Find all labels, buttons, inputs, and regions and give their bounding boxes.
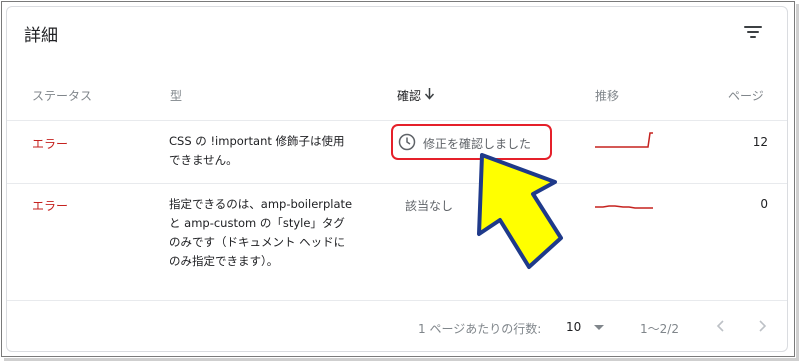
- card-title: 詳細: [24, 26, 58, 46]
- frame-shadow-bottom: [4, 358, 799, 361]
- chevron-right-icon[interactable]: [752, 316, 772, 336]
- status-badge: エラー: [32, 137, 69, 151]
- chevron-left-icon[interactable]: [711, 316, 731, 336]
- column-header-status[interactable]: ステータス: [32, 87, 92, 104]
- chevron-down-icon[interactable]: [594, 325, 604, 330]
- page-count: 0: [760, 197, 768, 211]
- page-count: 12: [752, 135, 768, 149]
- pagination-range: 1〜2/2: [640, 322, 679, 336]
- rows-per-page-label: 1 ページあたりの行数:: [418, 322, 542, 336]
- column-header-validation[interactable]: 確認: [397, 87, 421, 104]
- clock-icon: [398, 133, 416, 151]
- issue-type: 指定できるのは、amp-boilerplate と amp-custom の「s…: [169, 197, 353, 268]
- frame-shadow-right: [796, 4, 799, 360]
- trend-sparkline: [595, 205, 653, 209]
- callout-arrow-icon: [477, 153, 563, 269]
- validation-status: 該当なし: [405, 199, 454, 213]
- issue-type: CSS の !important 修飾子は使用できません。: [169, 134, 345, 167]
- arrow-down-icon[interactable]: [424, 87, 435, 100]
- row-divider: [7, 183, 787, 184]
- column-header-trend[interactable]: 推移: [595, 87, 619, 104]
- rows-per-page-select[interactable]: 10: [566, 320, 581, 334]
- header-divider: [7, 120, 787, 121]
- filter-list-icon[interactable]: [744, 24, 764, 40]
- footer-divider: [7, 300, 787, 301]
- column-header-pages[interactable]: ページ: [728, 87, 764, 104]
- status-badge: エラー: [32, 199, 69, 213]
- trend-sparkline: [595, 132, 653, 148]
- column-header-type[interactable]: 型: [170, 87, 182, 104]
